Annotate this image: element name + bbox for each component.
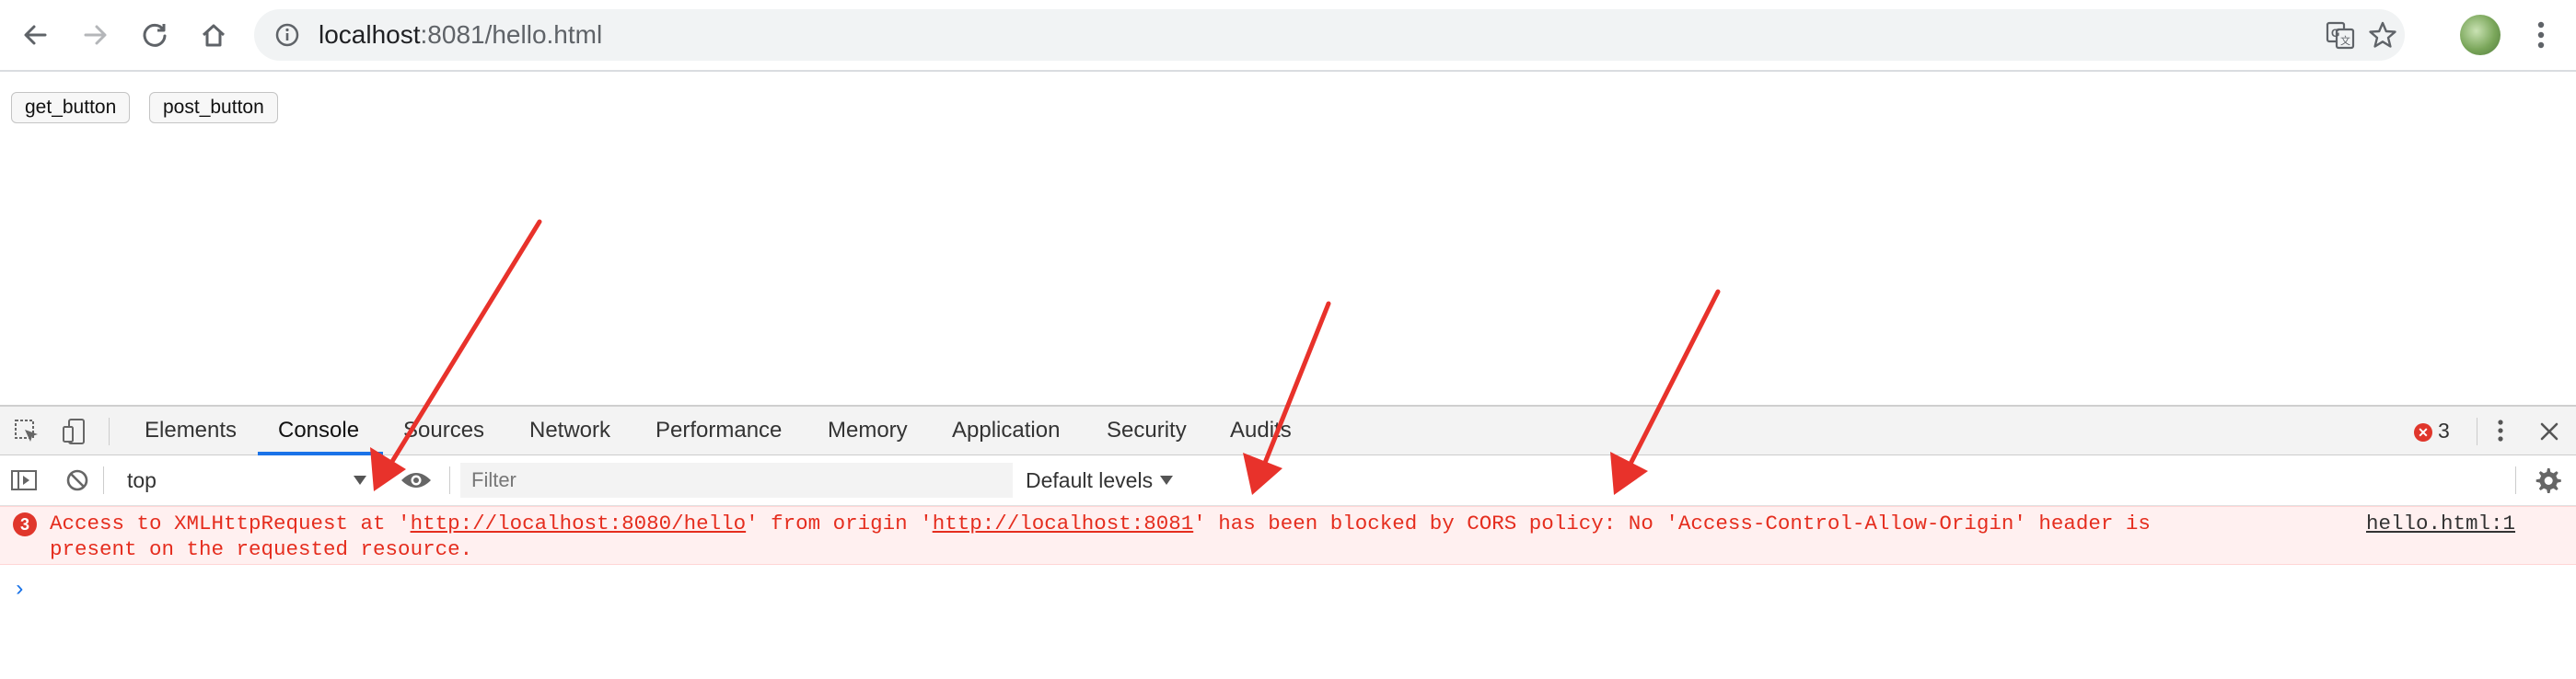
forward-button[interactable] <box>75 15 116 55</box>
console-prompt[interactable]: › <box>13 578 26 603</box>
context-value: top <box>127 468 157 492</box>
devtools-panel: Elements Console Sources Network Perform… <box>0 405 2576 679</box>
back-button[interactable] <box>15 15 55 55</box>
error-text: Access to XMLHttpRequest at 'http://loca… <box>50 511 2315 562</box>
error-x-icon: ✕ <box>2414 423 2432 442</box>
show-sidebar-icon[interactable] <box>9 466 39 494</box>
tab-network[interactable]: Network <box>529 407 610 455</box>
error-count-text: 3 <box>2438 419 2450 443</box>
svg-text:文: 文 <box>2340 34 2350 47</box>
address-bar[interactable]: localhost:8081/hello.html G 文 <box>254 9 2405 61</box>
toolbar-divider <box>449 466 450 494</box>
tab-memory[interactable]: Memory <box>828 407 908 455</box>
devtools-tab-bar: Elements Console Sources Network Perform… <box>0 407 2576 455</box>
close-icon[interactable] <box>2534 416 2565 447</box>
error-count-badge: 3 <box>13 512 37 536</box>
console-settings-gear-icon[interactable] <box>2532 465 2563 496</box>
home-button[interactable] <box>193 15 234 55</box>
console-error-message[interactable]: 3 Access to XMLHttpRequest at 'http://lo… <box>0 506 2576 565</box>
clear-console-icon[interactable] <box>63 466 92 494</box>
error-text-part: Access to XMLHttpRequest at ' <box>50 512 411 535</box>
tab-security[interactable]: Security <box>1107 407 1187 455</box>
devtools-menu-icon[interactable] <box>2486 414 2515 447</box>
home-icon <box>202 24 226 47</box>
url-text[interactable]: localhost:8081/hello.html <box>319 9 602 61</box>
tab-sources[interactable]: Sources <box>403 407 484 455</box>
error-counter[interactable]: ✕ 3 <box>2414 407 2450 455</box>
toolbar-divider <box>2515 466 2516 494</box>
dropdown-arrow-icon <box>1160 476 1174 485</box>
forward-arrow-icon <box>84 25 107 45</box>
console-toolbar: top Default levels <box>0 455 2576 506</box>
context-selector[interactable]: top <box>114 461 376 500</box>
toolbar-divider <box>103 466 104 494</box>
tab-audits[interactable]: Audits <box>1230 407 1292 455</box>
reload-icon <box>143 23 167 47</box>
live-expression-eye-icon[interactable] <box>398 466 435 494</box>
tab-console[interactable]: Console <box>278 407 359 455</box>
post-button[interactable]: post_button <box>149 92 278 123</box>
log-levels-label: Default levels <box>1026 468 1154 492</box>
url-host: localhost <box>319 20 421 49</box>
tab-application[interactable]: Application <box>952 407 1060 455</box>
url-path: :8081/hello.html <box>420 20 603 49</box>
translate-icon[interactable]: G 文 <box>2324 18 2357 52</box>
error-link-origin[interactable]: http://localhost:8081 <box>933 512 1194 535</box>
browser-menu-button[interactable] <box>2524 15 2558 55</box>
tab-performance[interactable]: Performance <box>656 407 782 455</box>
site-info-icon[interactable] <box>271 18 304 52</box>
browser-toolbar: localhost:8081/hello.html G 文 <box>0 0 2576 72</box>
tab-elements[interactable]: Elements <box>145 407 237 455</box>
error-text-part: ' has been blocked by CORS policy: No 'A… <box>1193 512 2151 535</box>
kebab-menu-icon <box>2537 21 2545 49</box>
error-text-line2: present on the requested resource. <box>50 537 473 561</box>
dropdown-arrow-icon <box>354 476 366 485</box>
log-levels-dropdown[interactable]: Default levels <box>1026 455 1174 505</box>
profile-avatar[interactable] <box>2460 15 2501 55</box>
reload-button[interactable] <box>134 15 175 55</box>
get-button[interactable]: get_button <box>11 92 131 123</box>
toolbar-divider <box>109 418 110 445</box>
error-link-target[interactable]: http://localhost:8080/hello <box>411 512 747 535</box>
back-arrow-icon <box>24 25 47 45</box>
device-toolbar-icon[interactable] <box>59 416 90 447</box>
console-filter-input[interactable] <box>460 463 1013 498</box>
error-source-link[interactable]: hello.html:1 <box>2366 511 2515 536</box>
bookmark-star-icon[interactable] <box>2366 18 2399 52</box>
error-text-part: ' from origin ' <box>746 512 933 535</box>
inspect-element-icon[interactable] <box>11 416 42 447</box>
svg-text:G: G <box>2331 27 2339 40</box>
